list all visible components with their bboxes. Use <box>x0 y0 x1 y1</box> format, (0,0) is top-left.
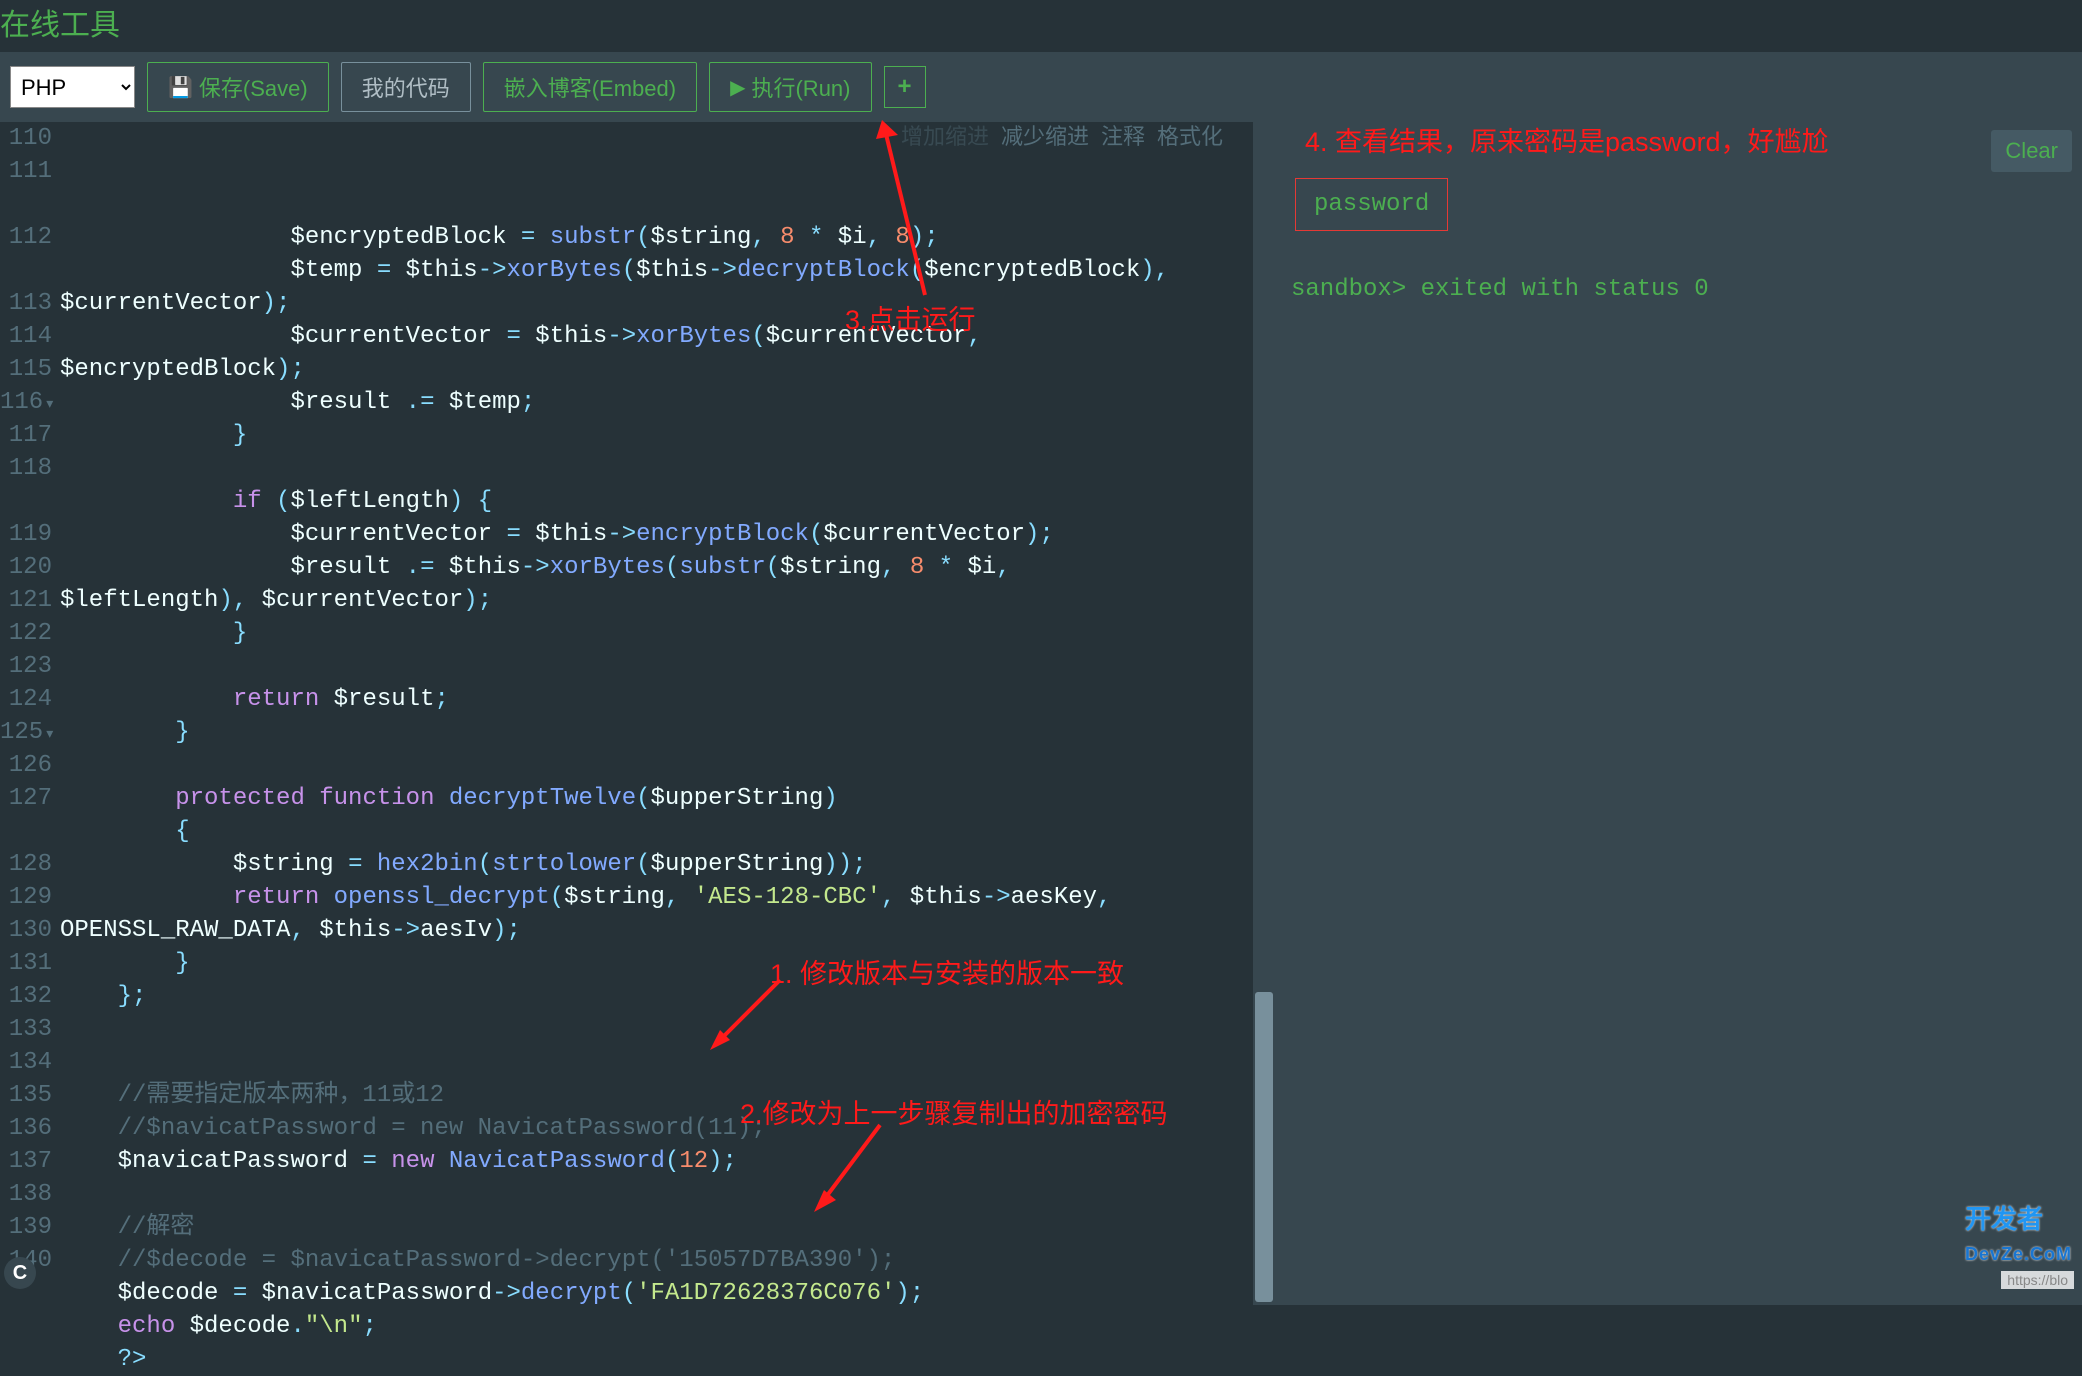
code-line[interactable] <box>60 749 1253 782</box>
code-line[interactable]: } <box>60 419 1253 452</box>
code-line[interactable]: //$navicatPassword = new NavicatPassword… <box>60 1112 1253 1145</box>
code-line[interactable]: return $result; <box>60 683 1253 716</box>
watermark-logo: 开发者 DevZe.CoM <box>1965 1199 2072 1267</box>
code-line[interactable]: $navicatPassword = new NavicatPassword(1… <box>60 1145 1253 1178</box>
line-gutter: 1101111121131141151161171181191201211221… <box>0 122 60 1305</box>
output-result: password <box>1295 178 1448 231</box>
editor-scrollbar[interactable] <box>1253 122 1275 1305</box>
code-line[interactable]: //$decode = $navicatPassword->decrypt('1… <box>60 1244 1253 1277</box>
tool-format[interactable]: 格式化 <box>1157 122 1223 155</box>
code-line[interactable]: $temp = $this->xorBytes($this->decryptBl… <box>60 254 1253 287</box>
output-pane: Clear password sandbox> exited with stat… <box>1275 122 2082 1305</box>
play-icon: ▶ <box>730 75 745 100</box>
run-label: 执行(Run) <box>751 71 850 103</box>
code-line[interactable]: return openssl_decrypt($string, 'AES-128… <box>60 881 1253 914</box>
code-area[interactable]: 增加缩进 减少缩进 注释 格式化 $encryptedBlock = subst… <box>60 122 1253 1305</box>
footer-url: https://blo <box>2001 1271 2074 1289</box>
code-line[interactable]: $leftLength), $currentVector); <box>60 584 1253 617</box>
tool-indent-more[interactable]: 增加缩进 <box>901 122 989 155</box>
code-line[interactable]: $currentVector = $this->encryptBlock($cu… <box>60 518 1253 551</box>
run-button[interactable]: ▶ 执行(Run) <box>709 62 871 112</box>
code-line[interactable]: //需要指定版本两种，11或12 <box>60 1079 1253 1112</box>
code-line[interactable]: //解密 <box>60 1211 1253 1244</box>
code-line[interactable]: } <box>60 617 1253 650</box>
editor-pane: 1101111121131141151161171181191201211221… <box>0 122 1275 1305</box>
code-line[interactable] <box>60 650 1253 683</box>
save-icon: 💾 <box>168 75 193 100</box>
code-line[interactable] <box>60 452 1253 485</box>
code-line[interactable]: { <box>60 815 1253 848</box>
capslock-indicator: C <box>4 1257 36 1289</box>
code-line[interactable]: OPENSSL_RAW_DATA, $this->aesIv); <box>60 914 1253 947</box>
toolbar: PHP 💾 保存(Save) 我的代码 嵌入博客(Embed) ▶ 执行(Run… <box>0 52 2082 122</box>
clear-button[interactable]: Clear <box>1991 130 2072 172</box>
tool-indent-less[interactable]: 减少缩进 <box>1001 122 1089 155</box>
code-line[interactable] <box>60 1013 1253 1046</box>
code-line[interactable]: $currentVector); <box>60 287 1253 320</box>
code-line[interactable] <box>60 1046 1253 1079</box>
mycode-button[interactable]: 我的代码 <box>341 62 471 112</box>
output-status: sandbox> exited with status 0 <box>1291 276 2066 303</box>
code-line[interactable]: $encryptedBlock = substr($string, 8 * $i… <box>60 221 1253 254</box>
code-line[interactable]: }; <box>60 980 1253 1013</box>
code-line[interactable]: ?> <box>60 1343 1253 1376</box>
code-line[interactable]: $encryptedBlock); <box>60 353 1253 386</box>
code-line[interactable]: $string = hex2bin(strtolower($upperStrin… <box>60 848 1253 881</box>
code-line[interactable]: $decode = $navicatPassword->decrypt('FA1… <box>60 1277 1253 1310</box>
workarea: 1101111121131141151161171181191201211221… <box>0 122 2082 1305</box>
tool-comment[interactable]: 注释 <box>1101 122 1145 155</box>
page-title: 在线工具 <box>0 0 2082 52</box>
save-label: 保存(Save) <box>199 71 308 103</box>
code-line[interactable]: } <box>60 947 1253 980</box>
code-line[interactable]: $result .= $temp; <box>60 386 1253 419</box>
save-button[interactable]: 💾 保存(Save) <box>147 62 329 112</box>
code-line[interactable]: } <box>60 716 1253 749</box>
code-line[interactable]: if ($leftLength) { <box>60 485 1253 518</box>
code-line[interactable]: $result .= $this->xorBytes(substr($strin… <box>60 551 1253 584</box>
code-line[interactable]: echo $decode."\n"; <box>60 1310 1253 1343</box>
code-line[interactable]: $currentVector = $this->xorBytes($curren… <box>60 320 1253 353</box>
add-button[interactable]: + <box>884 66 926 108</box>
code-line[interactable]: protected function decryptTwelve($upperS… <box>60 782 1253 815</box>
scrollbar-thumb[interactable] <box>1255 992 1273 1302</box>
language-select[interactable]: PHP <box>10 66 135 108</box>
embed-button[interactable]: 嵌入博客(Embed) <box>483 62 697 112</box>
code-line[interactable] <box>60 1178 1253 1211</box>
editor-format-tools: 增加缩进 减少缩进 注释 格式化 <box>901 122 1223 155</box>
